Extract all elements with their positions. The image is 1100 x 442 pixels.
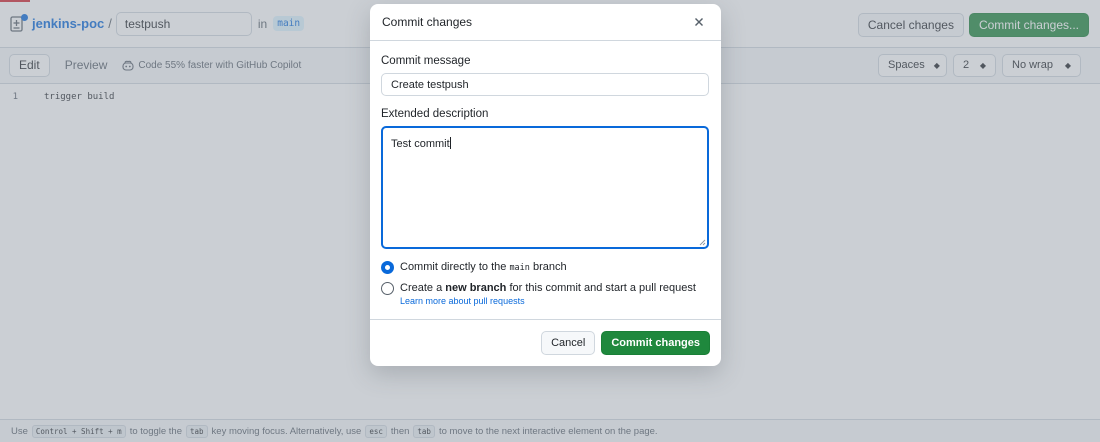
commit-changes-button[interactable]: Commit changes [601,331,710,355]
cancel-button[interactable]: Cancel [541,331,596,355]
dialog-title: Commit changes [382,15,473,29]
commit-target-options: Commit directly to the main branch Creat… [381,261,710,306]
resize-grip-icon[interactable] [698,238,706,246]
option-new-branch[interactable]: Create a new branch for this commit and … [381,282,710,306]
option-new-branch-prefix: Create a [400,282,443,294]
dialog-body: Commit message Extended description Test… [370,55,721,306]
option-direct-suffix: branch [532,261,567,273]
page: jenkins-poc / in main Cancel changes Com… [0,0,1100,442]
dialog-header: Commit changes [370,4,721,41]
option-direct-label: Commit directly to the main branch [400,261,567,273]
option-new-branch-suffix: for this commit and start a pull request [509,282,696,294]
option-commit-direct[interactable]: Commit directly to the main branch [381,261,710,274]
option-direct-branch: main [509,263,530,273]
text-cursor [449,137,451,149]
radio-commit-direct[interactable] [381,261,394,274]
description-text: Test commit [391,138,450,150]
dialog-footer: Cancel Commit changes [370,319,721,366]
commit-message-label: Commit message [381,55,471,67]
extended-description-label: Extended description [381,108,489,120]
extended-description-textarea[interactable]: Test commit [381,126,709,249]
close-icon[interactable] [689,12,709,32]
option-new-branch-label: Create a new branch for this commit and … [400,282,696,306]
learn-more-link[interactable]: Learn more about pull requests [400,296,696,306]
option-new-branch-bold: new branch [445,282,507,294]
radio-new-branch[interactable] [381,282,394,295]
commit-dialog: Commit changes Commit message Extended d… [370,4,721,366]
option-direct-prefix: Commit directly to the [400,261,507,273]
commit-message-input[interactable] [381,73,709,96]
